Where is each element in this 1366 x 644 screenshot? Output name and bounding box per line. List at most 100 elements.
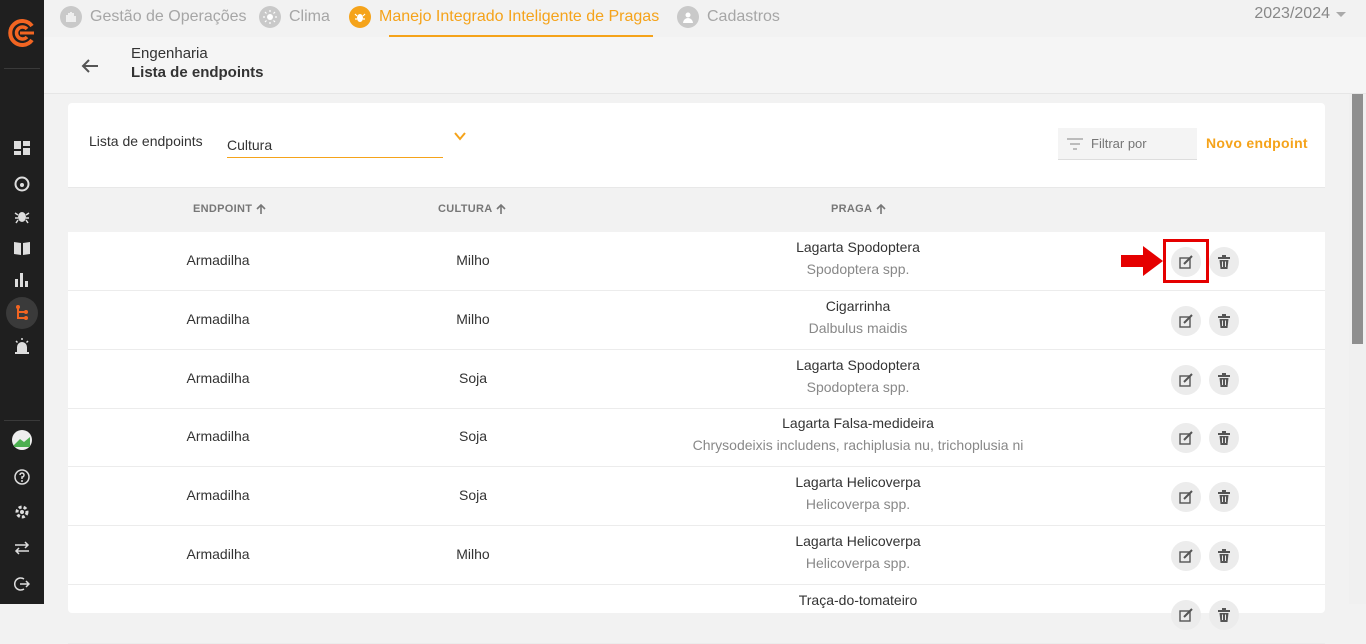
chevron-down-icon[interactable] bbox=[453, 129, 467, 143]
edit-button[interactable] bbox=[1171, 541, 1201, 571]
edit-icon bbox=[1179, 431, 1193, 446]
delete-button[interactable] bbox=[1209, 247, 1239, 277]
filter-input[interactable] bbox=[1091, 136, 1191, 151]
delete-button[interactable] bbox=[1209, 482, 1239, 513]
bug-icon[interactable] bbox=[10, 204, 34, 228]
list-label: Lista de endpoints bbox=[89, 133, 203, 149]
table-header: ENDPOINT CULTURA PRAGA bbox=[68, 187, 1325, 232]
header-endpoint[interactable]: ENDPOINT bbox=[193, 203, 266, 215]
chevron-down-icon bbox=[1336, 11, 1346, 17]
delete-button[interactable] bbox=[1209, 364, 1239, 395]
cell-cultura: Milho bbox=[456, 310, 490, 327]
cell-praga: Cigarrinha Dalbulus maidis bbox=[608, 298, 1108, 336]
header-label: PRAGA bbox=[831, 203, 873, 215]
culture-select[interactable]: Cultura bbox=[227, 131, 443, 158]
praga-name: Cigarrinha bbox=[825, 297, 891, 314]
breadcrumb: Engenharia Lista de endpoints bbox=[44, 37, 1366, 94]
help-icon[interactable] bbox=[10, 465, 34, 489]
edit-icon bbox=[1179, 372, 1193, 387]
nav-tab-label: Cadastros bbox=[707, 8, 780, 25]
endpoints-card: Lista de endpoints Cultura Novo endpoint… bbox=[68, 103, 1325, 644]
delete-button[interactable] bbox=[1209, 423, 1239, 454]
dashboard-icon[interactable] bbox=[10, 136, 34, 160]
arrow-left-icon bbox=[81, 59, 98, 73]
logout-icon[interactable] bbox=[10, 572, 34, 596]
avatar[interactable] bbox=[10, 428, 34, 452]
praga-scientific-name: Chrysodeixis includens, rachiplusia nu, … bbox=[692, 437, 1024, 454]
page-title: Lista de endpoints bbox=[131, 64, 264, 81]
sidebar-divider bbox=[4, 420, 40, 421]
table-row: Armadilha Soja Lagarta Falsa-medideira Chry… bbox=[68, 408, 1325, 468]
sort-arrow-icon bbox=[876, 204, 886, 214]
praga-scientific-name: Spodoptera spp. bbox=[806, 261, 910, 277]
praga-scientific-name: Helicoverpa spp. bbox=[805, 496, 911, 513]
back-button[interactable] bbox=[78, 54, 102, 78]
scrollbar[interactable] bbox=[1349, 94, 1366, 604]
edit-button[interactable] bbox=[1171, 305, 1201, 336]
cell-praga: Traça-do-tomateiro bbox=[608, 592, 1108, 614]
cell-cultura: Milho bbox=[456, 252, 490, 268]
cell-endpoint: Armadilha bbox=[186, 310, 250, 327]
bar-chart-icon[interactable] bbox=[10, 268, 34, 292]
cell-praga: Lagarta Helicoverpa Helicoverpa spp. bbox=[608, 474, 1108, 512]
new-endpoint-button[interactable]: Novo endpoint bbox=[1206, 135, 1308, 151]
swap-icon[interactable] bbox=[10, 536, 34, 560]
header-label: CULTURA bbox=[438, 203, 493, 215]
edit-icon bbox=[1179, 314, 1193, 328]
table-row: Armadilha Milho Cigarrinha Dalbulus maidis bbox=[68, 291, 1325, 350]
sun-icon bbox=[259, 6, 281, 28]
red-arrow-icon bbox=[1121, 246, 1163, 276]
cell-praga: Lagarta Falsa-medideira Chrysodeixis incl… bbox=[608, 415, 1108, 453]
top-navigation: Gestão de Operações Clima Manejo Integra… bbox=[44, 0, 1366, 37]
sidebar-divider bbox=[4, 68, 40, 69]
cell-endpoint: Armadilha bbox=[186, 369, 250, 386]
cell-praga: Lagarta Spodoptera Spodoptera spp. bbox=[608, 357, 1108, 395]
cell-endpoint: Armadilha bbox=[186, 252, 250, 268]
sort-arrow-icon bbox=[256, 204, 266, 214]
sort-arrow-icon bbox=[496, 204, 507, 214]
delete-button[interactable] bbox=[1209, 305, 1239, 336]
trash-icon bbox=[1218, 372, 1230, 387]
breadcrumb-parent[interactable]: Engenharia bbox=[131, 45, 208, 62]
filter-field[interactable] bbox=[1058, 128, 1197, 160]
praga-name: Lagarta Spodoptera bbox=[796, 356, 920, 373]
praga-scientific-name: Spodoptera spp. bbox=[806, 378, 910, 395]
header-cultura[interactable]: CULTURA bbox=[438, 203, 507, 215]
cell-cultura: Soja bbox=[458, 487, 488, 504]
cell-endpoint: Armadilha bbox=[186, 546, 250, 562]
delete-button[interactable] bbox=[1209, 599, 1239, 630]
edit-button[interactable] bbox=[1171, 423, 1201, 454]
filter-icon bbox=[1067, 137, 1083, 150]
nav-tab-label: Gestão de Operações bbox=[90, 8, 247, 25]
praga-name: Traça-do-tomateiro bbox=[798, 591, 918, 608]
nav-tab-gestao[interactable]: Gestão de Operações bbox=[60, 4, 247, 30]
header-praga[interactable]: PRAGA bbox=[831, 203, 886, 215]
nav-tab-clima[interactable]: Clima bbox=[259, 4, 330, 30]
app-logo[interactable] bbox=[6, 17, 38, 49]
endpoint-tree-icon[interactable] bbox=[6, 297, 38, 329]
praga-scientific-name: Dalbulus maidis bbox=[808, 319, 908, 336]
praga-name: Lagarta Spodoptera bbox=[796, 239, 920, 255]
gauge-icon[interactable] bbox=[10, 172, 34, 196]
delete-button[interactable] bbox=[1209, 541, 1239, 571]
bug-icon bbox=[349, 6, 371, 28]
praga-name: Lagarta Helicoverpa bbox=[795, 533, 921, 549]
sidebar bbox=[0, 0, 44, 604]
cell-cultura: Soja bbox=[458, 428, 488, 445]
edit-icon bbox=[1179, 608, 1193, 622]
trash-icon bbox=[1218, 549, 1230, 563]
user-icon bbox=[677, 6, 699, 28]
nav-tab-cadastros[interactable]: Cadastros bbox=[677, 4, 780, 30]
gear-icon[interactable] bbox=[10, 500, 34, 524]
book-icon[interactable] bbox=[10, 236, 34, 260]
edit-button[interactable] bbox=[1171, 364, 1201, 395]
edit-button[interactable] bbox=[1171, 599, 1201, 630]
season-selector[interactable]: 2023/2024 bbox=[1254, 5, 1346, 23]
nav-tab-manejo[interactable]: Manejo Integrado Inteligente de Pragas bbox=[349, 4, 659, 30]
trash-icon bbox=[1218, 255, 1230, 269]
cell-praga: Lagarta Helicoverpa Helicoverpa spp. bbox=[608, 533, 1108, 571]
trash-icon bbox=[1218, 431, 1230, 446]
alarm-icon[interactable] bbox=[10, 334, 34, 358]
edit-button[interactable] bbox=[1171, 482, 1201, 513]
scrollbar-thumb[interactable] bbox=[1352, 94, 1363, 344]
